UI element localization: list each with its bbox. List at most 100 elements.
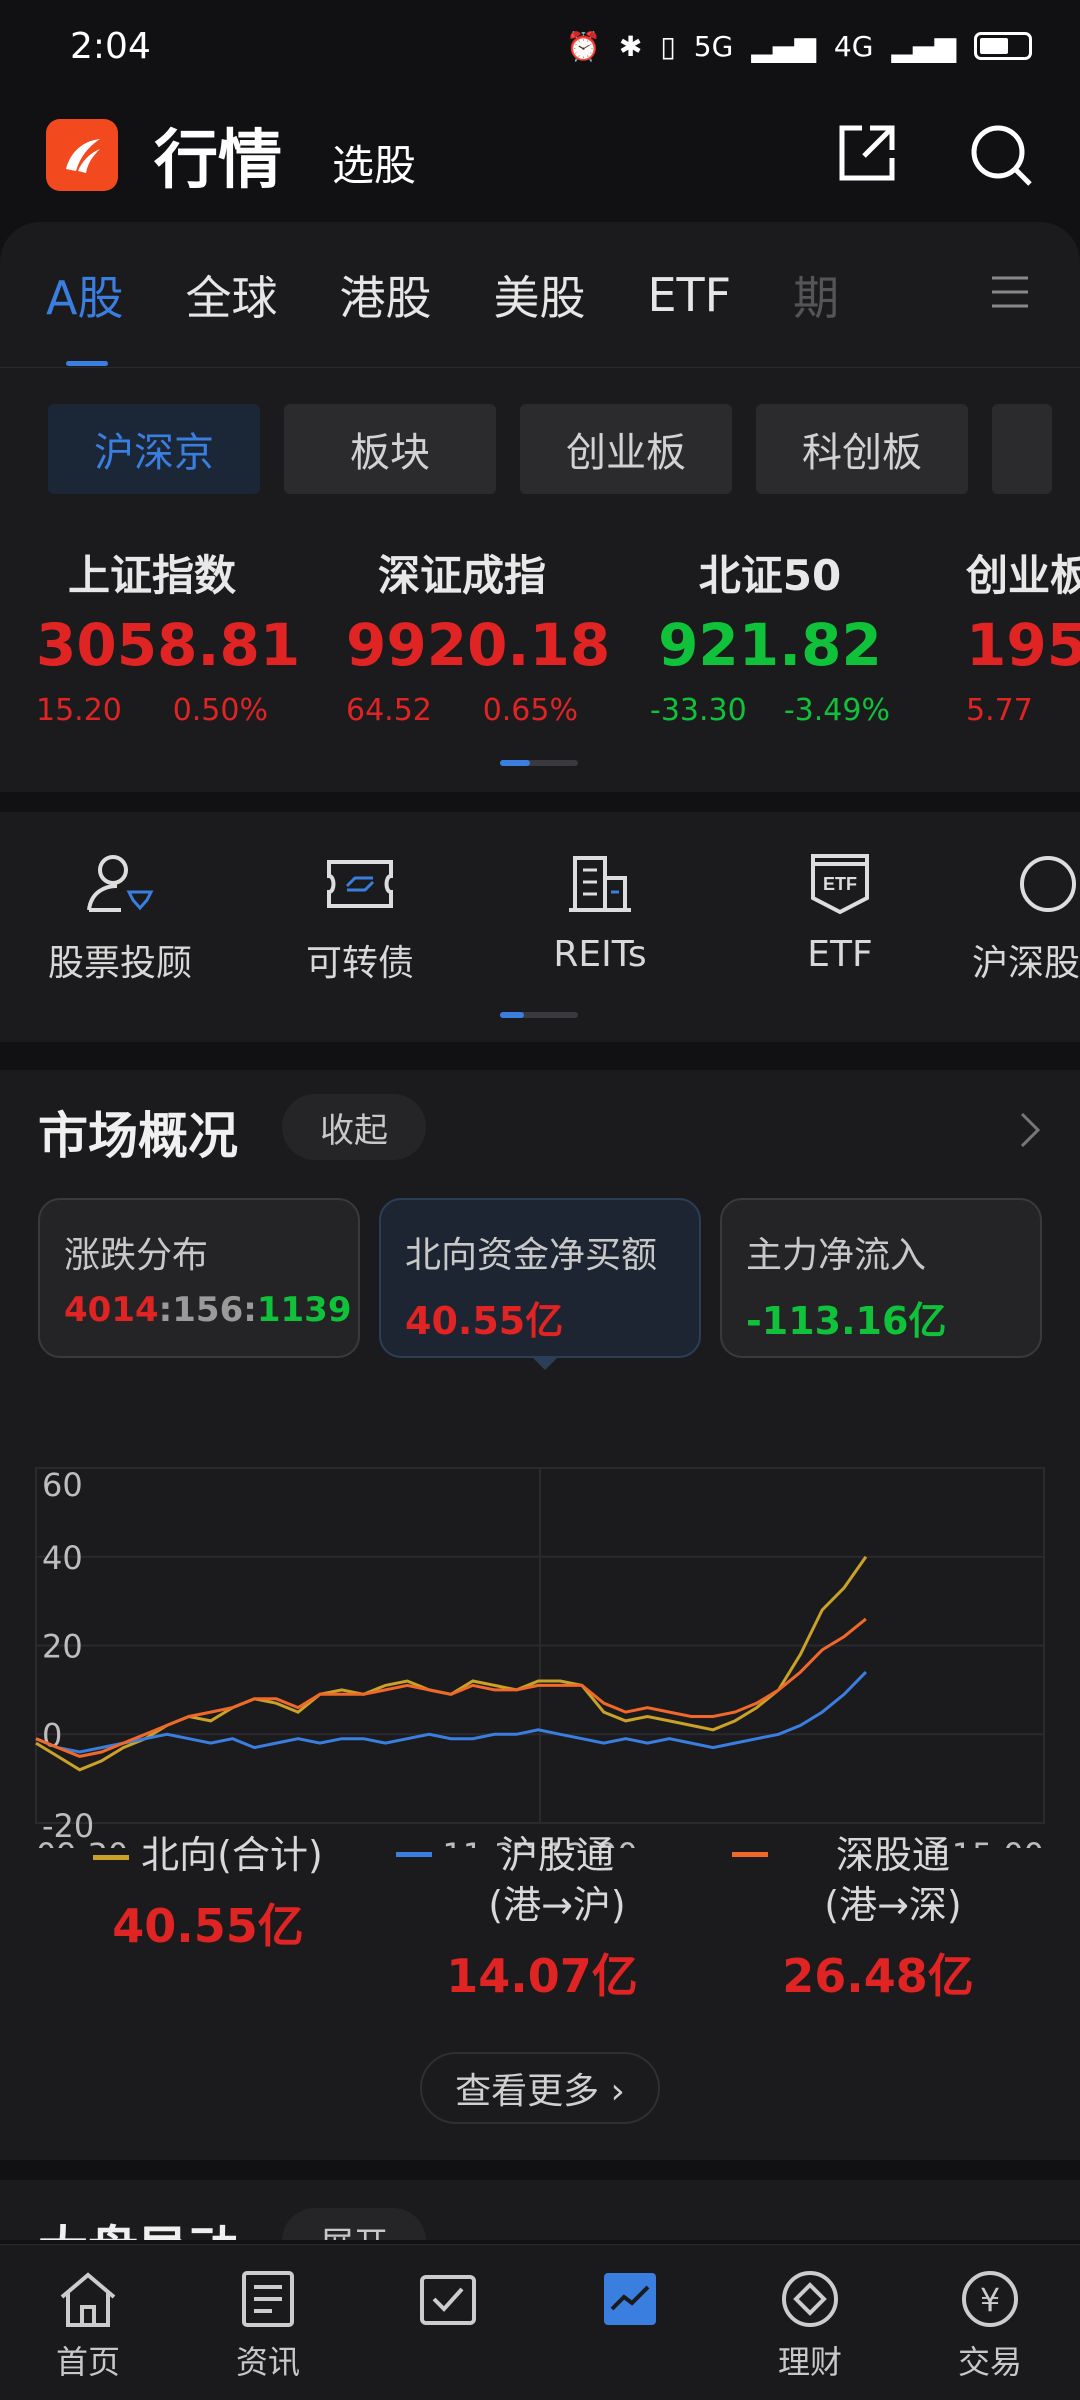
chip-star-market[interactable]: 科创板 [756, 404, 968, 494]
card-label: 主力净流入 [746, 1235, 927, 1276]
tab-us[interactable]: 美股 [493, 262, 585, 328]
signal-icon: ▂▄▆ [891, 29, 956, 63]
chart-legend: 北向(合计) 40.55亿 沪股通 (港→沪) 14.07亿 深股通 (港→深)… [0, 1830, 1080, 2003]
signal-4g-label: 4G [833, 29, 874, 63]
nav-trade[interactable]: ¥ 交易 [930, 2269, 1050, 2383]
advance-count: 4014 [64, 1290, 159, 1330]
legend-label: 沪股通 (港→沪) [488, 1833, 626, 1927]
legend-name: 深股通 (港→深) [728, 1830, 1028, 1930]
tool-reits[interactable]: REITs [480, 852, 720, 975]
legend-value: 40.55亿 [112, 1899, 304, 1953]
index-change-pct: -3.49% [783, 693, 890, 728]
legend-item: 沪股通 (港→沪) 14.07亿 [392, 1830, 692, 2006]
share-icon[interactable] [836, 122, 898, 184]
overview-cards: 涨跌分布 4014:156:1139 北向资金净买额 40.55亿 主力净流入 … [38, 1198, 1042, 1370]
tools-row: 股票投顾 可转债 REITs ETF ETF 沪深股通 [0, 812, 1080, 1042]
card-main-net-inflow[interactable]: 主力净流入 -113.16亿 [720, 1198, 1042, 1358]
tool-stock-advisor[interactable]: 股票投顾 [0, 852, 240, 986]
index-name: 北证50 [698, 551, 842, 600]
flat-count: 156 [172, 1290, 244, 1330]
tool-convertible-bond[interactable]: 可转债 [240, 852, 480, 986]
tab-etf[interactable]: ETF [647, 268, 731, 322]
card-advance-decline[interactable]: 涨跌分布 4014:156:1139 [38, 1198, 360, 1358]
signal-icon: ▂▄▆ [751, 29, 816, 63]
index-change-amount: -33.30 [650, 693, 747, 728]
nav-watchlist[interactable] [388, 2269, 508, 2329]
tool-stock-connect[interactable]: 沪深股通 [960, 852, 1080, 986]
battery-icon [974, 32, 1032, 60]
card-value: 4014:156:1139 [64, 1290, 351, 1330]
index-change: 64.52 0.65% [346, 693, 578, 728]
index-card[interactable]: 上证指数 3058.81 15.20 0.50% [36, 542, 301, 728]
index-name: 上证指数 [67, 551, 236, 600]
card-value: -113.16亿 [746, 1299, 947, 1343]
chip-sectors[interactable]: 板块 [284, 404, 496, 494]
chip-more[interactable] [992, 404, 1052, 494]
tool-label: REITs [553, 934, 647, 975]
legend-label: 深股通 (港→深) [824, 1833, 962, 1927]
line-chart: 6040200-2009:3011:30/13:0015:00 [35, 1466, 1045, 1874]
app-logo [46, 119, 118, 191]
tab-hk[interactable]: 港股 [339, 262, 431, 328]
collapse-button[interactable]: 收起 [282, 1094, 426, 1160]
index-card[interactable]: 深证成指 9920.18 64.52 0.65% [346, 542, 611, 728]
card-northbound-net-buy[interactable]: 北向资金净买额 40.55亿 [379, 1198, 701, 1370]
tool-label: 沪深股通 [972, 943, 1080, 984]
status-time: 2:04 [70, 25, 151, 67]
index-change-amount: 64.52 [346, 693, 432, 728]
legend-swatch [396, 1852, 432, 1857]
nav-label: 交易 [957, 2343, 1022, 2381]
y-tick-label: 20 [42, 1628, 83, 1666]
nav-home[interactable]: 首页 [28, 2269, 148, 2383]
stock-picker-link[interactable]: 选股 [332, 132, 416, 193]
legend-swatch [732, 1852, 768, 1857]
app-header: 行情 选股 [0, 96, 1080, 214]
menu-icon[interactable] [990, 274, 1030, 310]
index-change-pct: 0.65% [482, 693, 578, 728]
separator: : [158, 1290, 173, 1330]
card-pointer [531, 1356, 559, 1370]
nav-label: 资讯 [235, 2343, 300, 2381]
index-card[interactable]: 创业板指 1955 5.77 [966, 542, 1080, 728]
expand-button[interactable]: 展开 [282, 2208, 426, 2240]
chip-shanghai-shenzhen-beijing[interactable]: 沪深京 [48, 404, 260, 494]
home-icon [60, 2272, 116, 2327]
index-card[interactable]: 北证50 921.82 -33.30 -3.49% [650, 542, 890, 728]
index-change: 15.20 0.50% [36, 693, 268, 728]
tool-label: ETF [807, 934, 873, 975]
legend-value: 14.07亿 [446, 1949, 638, 2003]
series-line [35, 1671, 867, 1754]
index-change-amount: 5.77 [966, 693, 1033, 728]
chip-chinext[interactable]: 创业板 [520, 404, 732, 494]
tab-a-shares[interactable]: A股 [46, 262, 123, 366]
nav-market[interactable] [570, 2269, 690, 2329]
index-value: 3058.81 [36, 611, 301, 679]
building-icon [569, 856, 631, 912]
etf-icon: ETF [811, 854, 869, 915]
nav-wealth[interactable]: 理财 [750, 2269, 870, 2383]
tool-label: 可转债 [305, 943, 414, 984]
nav-news[interactable]: 资讯 [208, 2269, 328, 2383]
card-label: 涨跌分布 [64, 1235, 209, 1276]
legend-label: 北向(合计) [141, 1833, 323, 1877]
section-title: 大盘异动 [38, 2210, 238, 2240]
chevron-right-icon[interactable] [1018, 1110, 1042, 1150]
tab-global[interactable]: 全球 [185, 262, 277, 328]
decline-count: 1139 [256, 1290, 352, 1330]
tool-label: 股票投顾 [47, 943, 192, 984]
legend-name: 北向(合计) [88, 1830, 328, 1880]
legend-swatch [93, 1855, 130, 1860]
index-value: 9920.18 [346, 611, 611, 679]
svg-text:ETF: ETF [823, 874, 857, 894]
tools-page-indicator [500, 1012, 578, 1018]
search-icon[interactable] [968, 122, 1034, 188]
northbound-chart[interactable]: 6040200-2009:3011:30/13:0015:00 [0, 1388, 1080, 1874]
tool-etf[interactable]: ETF ETF [720, 852, 960, 975]
market-overview: 市场概况 收起 涨跌分布 4014:156:1139 北向资金净买额 40.55… [0, 1070, 1080, 2160]
separator: : [243, 1290, 257, 1330]
view-more-button[interactable]: 查看更多 › [420, 2052, 660, 2124]
tab-futures[interactable]: 期 [793, 262, 839, 328]
index-name: 创业板指 [966, 551, 1080, 600]
legend-item: 深股通 (港→深) 26.48亿 [728, 1830, 1028, 2006]
page-indicator [500, 760, 578, 766]
